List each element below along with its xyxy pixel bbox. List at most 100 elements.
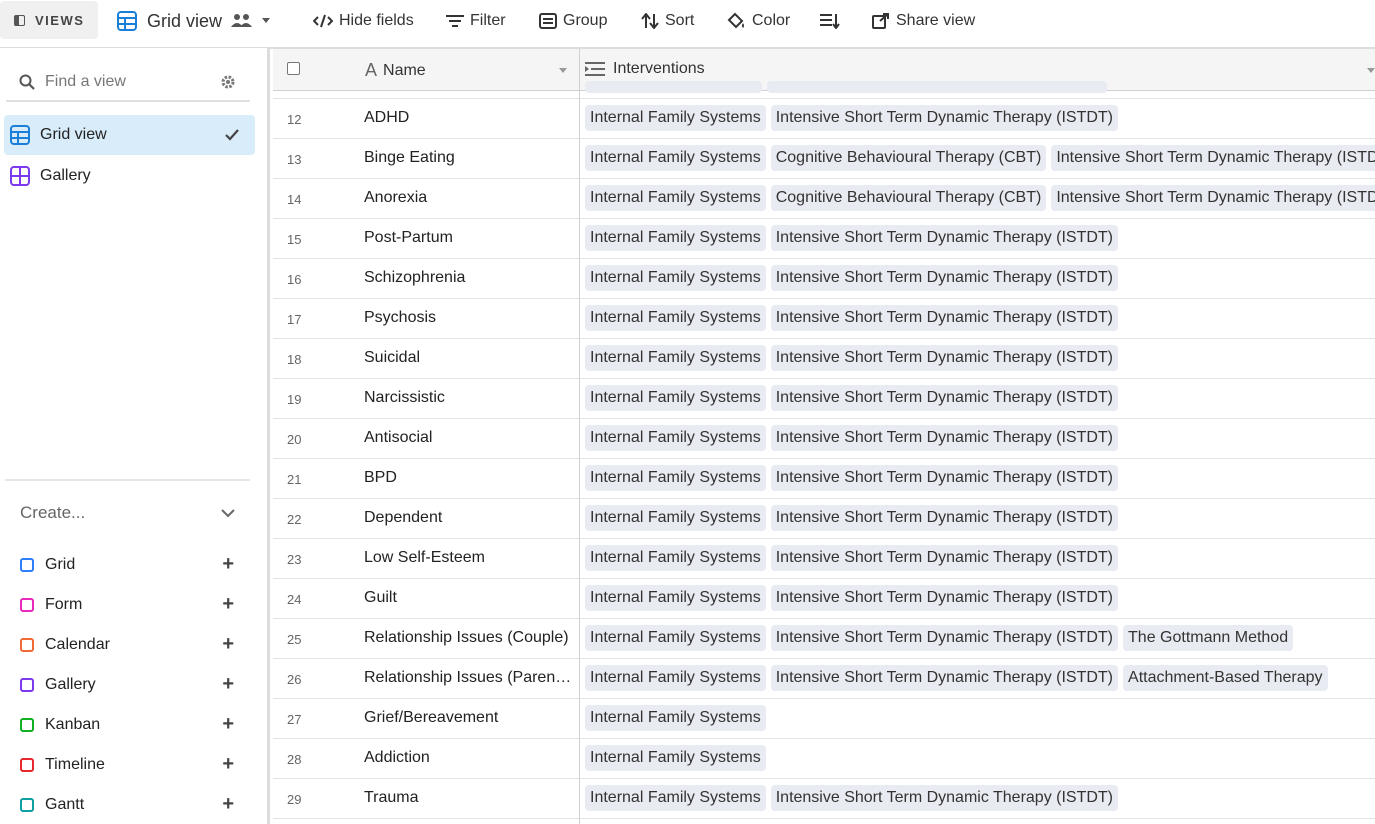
cell-interventions[interactable]: Internal Family Systems Intensive Short T… [585, 465, 1119, 491]
cell-name[interactable]: Low Self-Esteem [364, 549, 574, 567]
chevron-down-icon[interactable] [559, 68, 567, 73]
cell-interventions[interactable]: Internal Family Systems Intensive Short T… [585, 425, 1119, 451]
cell-interventions[interactable]: Internal Family Systems Intensive Short T… [585, 225, 1119, 251]
table-row[interactable]: 19 Narcissistic Internal Family Systems Int… [273, 379, 1375, 419]
chevron-down-icon[interactable] [1367, 68, 1375, 73]
table-row[interactable]: 20 Antisocial Internal Family Systems Inten… [273, 419, 1375, 459]
cell-interventions[interactable]: Internal Family Systems Intensive Short T… [585, 585, 1119, 611]
table-row[interactable]: 12 ADHD Internal Family Systems Intensive S… [273, 99, 1375, 139]
create-grid-button[interactable]: Grid + [20, 553, 240, 577]
cell-name[interactable]: Relationship Issues (Couple) [364, 629, 574, 647]
cell-name[interactable]: Psychosis [364, 309, 574, 327]
hide-fields-button[interactable]: Hide fields [313, 0, 414, 42]
paint-bucket-icon [727, 12, 744, 29]
cell-name[interactable]: BPD [364, 469, 574, 487]
cell-interventions[interactable]: Internal Family Systems Intensive Short T… [585, 305, 1119, 331]
table-row[interactable]: 26 Relationship Issues (Parent-... Interna… [273, 659, 1375, 699]
cell-name[interactable]: Trauma [364, 789, 574, 807]
create-gallery-button[interactable]: Gallery + [20, 673, 240, 697]
select-all-checkbox[interactable] [287, 62, 300, 75]
cell-name[interactable]: Schizophrenia [364, 269, 574, 287]
table-row[interactable]: 13 Binge Eating Internal Family Systems Cog… [273, 139, 1375, 179]
cell-name[interactable]: Binge Eating [364, 149, 574, 167]
cell-name[interactable]: Post-Partum [364, 229, 574, 247]
sidebar-view-grid[interactable]: Grid view [4, 115, 255, 155]
create-section-header[interactable]: Create... [20, 503, 85, 523]
create-form-button[interactable]: Form + [20, 593, 240, 617]
table-row[interactable]: 24 Guilt Internal Family Systems Intensive … [273, 579, 1375, 619]
intervention-tag: Internal Family Systems [585, 225, 766, 251]
create-divider [5, 479, 250, 481]
table-row[interactable]: 28 Addiction Internal Family Systems [273, 739, 1375, 779]
cell-name[interactable]: ADHD [364, 109, 574, 127]
cell-name[interactable]: Dependent [364, 509, 574, 527]
cell-name[interactable]: Suicidal [364, 349, 574, 367]
row-number: 19 [287, 392, 302, 407]
column-header-interventions[interactable]: Interventions [585, 60, 705, 78]
row-height-button[interactable] [820, 0, 846, 42]
cell-interventions[interactable]: Internal Family Systems Intensive Short T… [585, 665, 1328, 691]
cell-name[interactable]: Relationship Issues (Parent-... [364, 669, 574, 687]
filter-button[interactable]: Filter [446, 0, 506, 42]
cell-name[interactable]: Grief/Bereavement [364, 709, 574, 727]
view-switcher[interactable]: Grid view [117, 0, 277, 42]
cell-interventions[interactable]: Internal Family Systems Intensive Short T… [585, 345, 1119, 371]
intervention-tag: Internal Family Systems [585, 265, 766, 291]
gear-icon[interactable] [220, 74, 236, 90]
table-row[interactable]: 29 Trauma Internal Family Systems Intensive… [273, 779, 1375, 819]
toolbar: VIEWS Grid view Hide fields Filter Group… [0, 0, 1375, 44]
share-view-button[interactable]: Share view [872, 0, 975, 42]
create-calendar-button[interactable]: Calendar + [20, 633, 240, 657]
create-kanban-button[interactable]: Kanban + [20, 713, 240, 737]
create-item-label: Timeline [45, 756, 105, 773]
create-gantt-button[interactable]: Gantt + [20, 793, 240, 817]
row-number: 20 [287, 432, 302, 447]
table-row[interactable]: 16 Schizophrenia Internal Family Systems In… [273, 259, 1375, 299]
cell-name[interactable]: Addiction [364, 749, 574, 767]
table-row[interactable]: 27 Grief/Bereavement Internal Family Syste… [273, 699, 1375, 739]
table-row[interactable]: 18 Suicidal Internal Family Systems Intensi… [273, 339, 1375, 379]
cell-interventions[interactable]: Internal Family Systems Intensive Short T… [585, 265, 1119, 291]
search-input[interactable]: Find a view [45, 73, 126, 91]
column-header-label: Interventions [613, 60, 705, 77]
search-icon [19, 74, 35, 90]
cell-name[interactable]: Anorexia [364, 189, 574, 207]
chevron-down-icon[interactable] [221, 509, 235, 518]
cell-name[interactable]: Narcissistic [364, 389, 574, 407]
text-field-icon: A [365, 60, 378, 80]
row-number: 26 [287, 672, 302, 687]
cell-interventions[interactable]: Internal Family Systems Intensive Short T… [585, 625, 1294, 651]
cell-interventions[interactable]: Internal Family Systems Cognitive Behavio… [585, 185, 1375, 211]
cell-interventions[interactable]: Internal Family Systems Intensive Short T… [585, 785, 1119, 811]
row-number: 18 [287, 352, 302, 367]
color-button[interactable]: Color [726, 0, 790, 42]
grid-icon [20, 558, 34, 572]
column-header-name[interactable]: A Name [365, 60, 426, 81]
cell-name[interactable]: Guilt [364, 589, 574, 607]
cell-name[interactable]: Antisocial [364, 429, 574, 447]
table-row[interactable]: 25 Relationship Issues (Couple) Internal F… [273, 619, 1375, 659]
cell-interventions[interactable]: Internal Family Systems [585, 705, 766, 731]
cell-interventions[interactable]: Internal Family Systems Intensive Short T… [585, 385, 1119, 411]
table-row[interactable]: 14 Anorexia Internal Family Systems Cogniti… [273, 179, 1375, 219]
color-label: Color [752, 12, 791, 29]
table-row[interactable]: 15 Post-Partum Internal Family Systems Inte… [273, 219, 1375, 259]
intervention-tag [585, 81, 762, 93]
group-button[interactable]: Group [539, 0, 607, 42]
form-icon [20, 598, 34, 612]
cell-interventions[interactable]: Internal Family Systems Intensive Short T… [585, 105, 1119, 131]
cell-interventions[interactable]: Internal Family Systems [585, 745, 766, 771]
hide-fields-label: Hide fields [339, 12, 414, 29]
cell-interventions[interactable]: Internal Family Systems Intensive Short T… [585, 545, 1119, 571]
views-toggle-button[interactable]: VIEWS [0, 1, 98, 39]
table-row[interactable]: 21 BPD Internal Family Systems Intensive Sh… [273, 459, 1375, 499]
sort-button[interactable]: Sort [641, 0, 694, 42]
cell-interventions[interactable]: Internal Family Systems Intensive Short T… [585, 505, 1119, 531]
find-view-search[interactable]: Find a view [6, 62, 250, 102]
create-timeline-button[interactable]: Timeline + [20, 753, 240, 777]
sidebar-view-gallery[interactable]: Gallery [4, 156, 255, 196]
table-row[interactable]: 17 Psychosis Internal Family Systems Intens… [273, 299, 1375, 339]
table-row[interactable]: 22 Dependent Internal Family Systems Intens… [273, 499, 1375, 539]
table-row[interactable]: 23 Low Self-Esteem Internal Family Systems… [273, 539, 1375, 579]
cell-interventions[interactable]: Internal Family Systems Cognitive Behavio… [585, 145, 1375, 171]
